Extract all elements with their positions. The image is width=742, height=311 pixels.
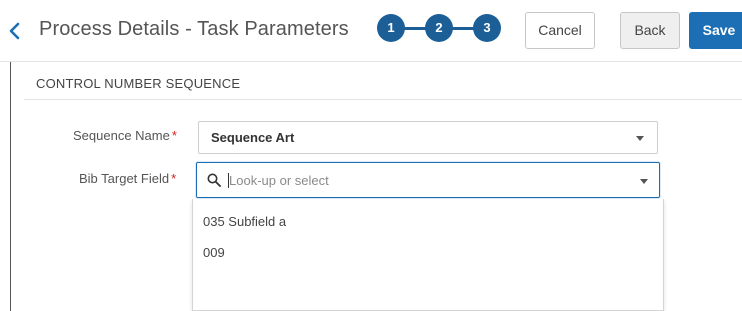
panel-divider (10, 62, 11, 311)
search-icon (207, 173, 221, 187)
section-title: CONTROL NUMBER SEQUENCE (36, 76, 241, 91)
caret-down-icon[interactable] (640, 179, 648, 184)
bib-target-field-input[interactable] (229, 170, 619, 190)
required-marker: * (171, 171, 177, 186)
step-3[interactable]: 3 (473, 14, 501, 42)
bib-target-field-label: Bib Target Field * (79, 171, 176, 186)
section-divider (24, 99, 742, 100)
cancel-button[interactable]: Cancel (525, 12, 595, 49)
back-button[interactable]: Back (620, 12, 680, 49)
chevron-left-icon[interactable] (6, 19, 24, 43)
bib-target-field-label-text: Bib Target Field (79, 171, 170, 186)
dropdown-option-009[interactable]: 009 (203, 245, 225, 260)
page-header: Process Details - Task Parameters 1 2 3 … (0, 0, 742, 62)
sequence-name-label-text: Sequence Name (73, 128, 170, 143)
sequence-name-label: Sequence Name * (73, 128, 177, 143)
step-1[interactable]: 1 (377, 14, 405, 42)
page-title: Process Details - Task Parameters (39, 18, 349, 40)
bib-target-field-lookup[interactable] (196, 162, 660, 198)
required-marker: * (171, 128, 177, 143)
step-2[interactable]: 2 (425, 14, 453, 42)
sequence-name-value: Sequence Art (211, 130, 295, 145)
caret-down-icon (636, 136, 644, 141)
bib-target-field-dropdown: 035 Subfield a 009 (192, 199, 664, 311)
dropdown-option-035-subfield-a[interactable]: 035 Subfield a (203, 214, 286, 229)
wizard-stepper: 1 2 3 (377, 13, 503, 45)
save-button[interactable]: Save (689, 12, 742, 49)
sequence-name-select[interactable]: Sequence Art (198, 121, 658, 154)
